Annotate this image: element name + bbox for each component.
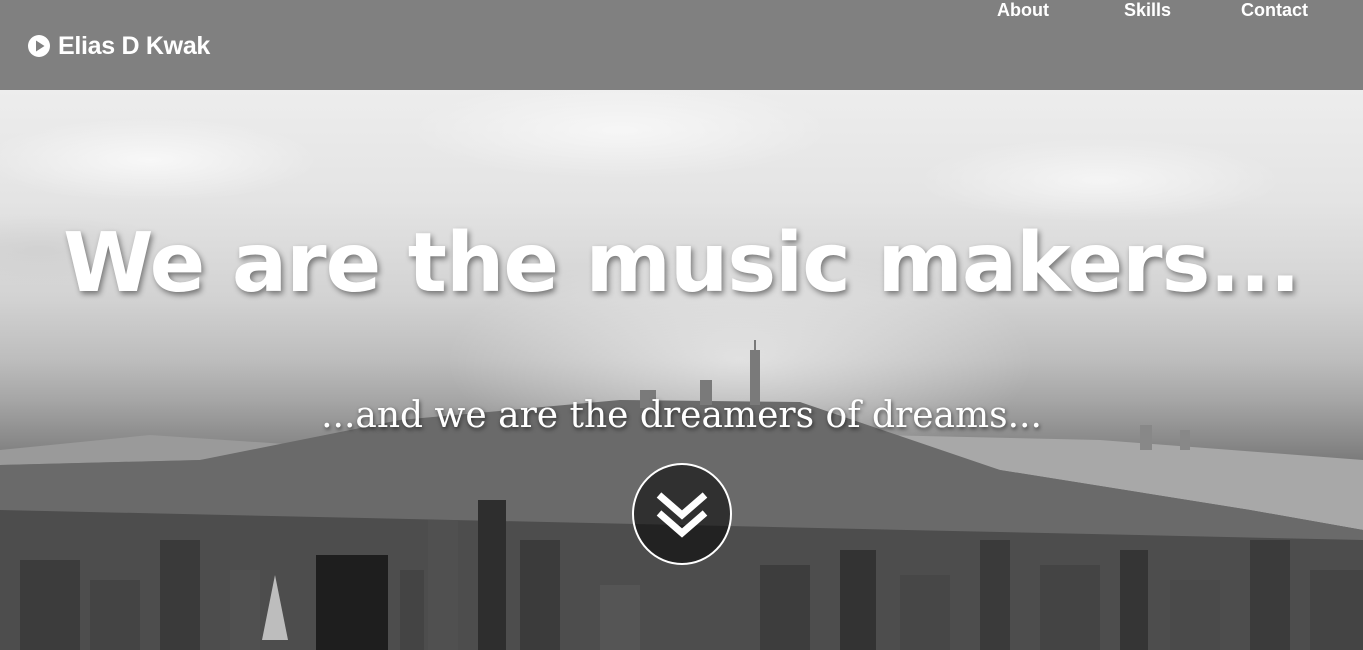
hero-subheadline: ...and we are the dreamers of dreams...	[321, 395, 1042, 436]
scroll-down-button[interactable]	[632, 463, 732, 565]
nav-link-contact[interactable]: Contact	[1241, 0, 1308, 21]
top-navbar: Elias D Kwak About Skills Contact	[0, 0, 1363, 90]
hero-headline: We are the music makers...	[63, 216, 1301, 311]
page: Elias D Kwak About Skills Contact We are…	[0, 0, 1363, 650]
nav-link-skills[interactable]: Skills	[1124, 0, 1171, 21]
double-chevron-down-icon	[656, 492, 708, 538]
nav-link-about[interactable]: About	[997, 0, 1049, 21]
brand-name: Elias D Kwak	[58, 31, 211, 60]
play-circle-icon	[28, 35, 50, 57]
brand-link[interactable]: Elias D Kwak	[26, 30, 210, 62]
